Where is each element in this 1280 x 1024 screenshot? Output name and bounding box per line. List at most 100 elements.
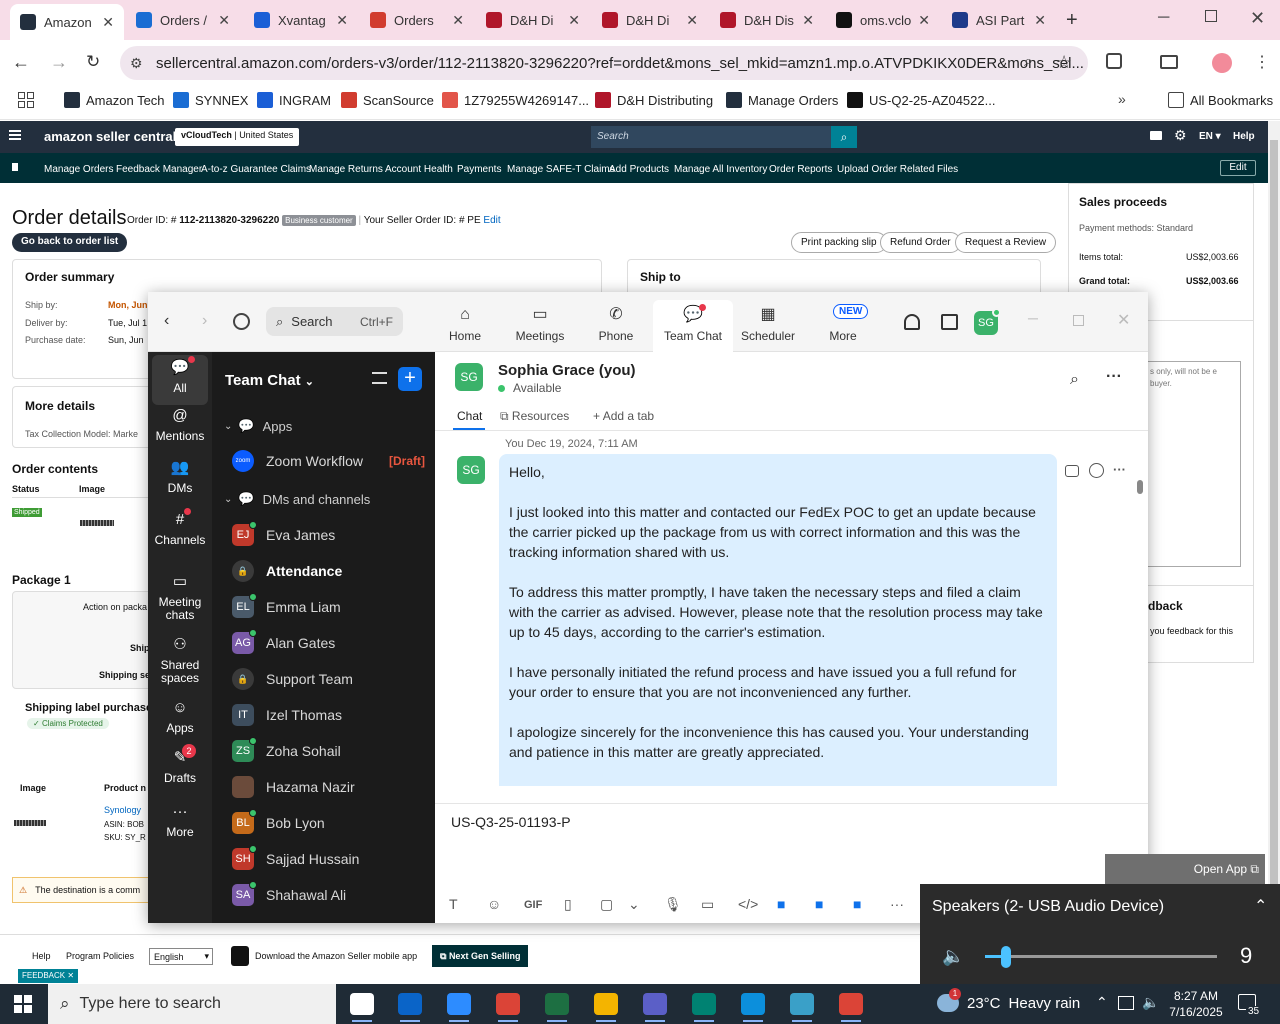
app-icon-2[interactable]: ■ <box>815 896 823 912</box>
weather-widget[interactable]: 1 23°C Heavy rain <box>937 988 1080 1012</box>
app-icon[interactable] <box>790 993 814 1015</box>
rail-apps[interactable]: ☺ Apps <box>148 698 212 735</box>
filter-icon[interactable] <box>372 372 387 384</box>
chat-search-icon[interactable]: ⌕ <box>1070 371 1079 389</box>
bookmark-item[interactable]: D&H Distributing <box>595 92 713 108</box>
zoom-nav-meetings[interactable]: ▭ Meetings <box>500 304 580 348</box>
seller-nav-item[interactable]: Manage Orders <box>44 164 113 175</box>
rail-mentions[interactable]: @ Mentions <box>148 406 212 443</box>
chat-more-icon[interactable]: ··· <box>1106 368 1122 386</box>
site-settings-icon[interactable]: ⚙ <box>130 55 143 72</box>
zoom-nav-phone[interactable]: ✆ Phone <box>576 304 656 348</box>
volume-slider-thumb[interactable] <box>1000 946 1011 968</box>
bookmark-item[interactable]: US-Q2-25-AZ04522... <box>847 92 995 108</box>
browser-tab[interactable]: D&H Di ✕ <box>592 4 708 36</box>
close-tab-icon[interactable]: ✕ <box>452 12 464 29</box>
bookmarks-overflow-icon[interactable]: » <box>1118 91 1126 107</box>
seller-search-input[interactable]: Search <box>591 126 831 148</box>
seller-central-logo[interactable]: amazon seller central <box>44 129 176 144</box>
zoom-nav-team-chat[interactable]: 💬 Team Chat <box>653 300 733 352</box>
rail-meeting[interactable]: ▭ Meeting chats <box>148 572 212 622</box>
request-review-button[interactable]: Request a Review <box>955 232 1057 253</box>
emoji-reaction-icon[interactable] <box>1089 463 1104 478</box>
seller-nav-item[interactable]: Manage Returns <box>309 164 383 175</box>
browser-menu-icon[interactable]: ⋮ <box>1254 52 1270 72</box>
profile-avatar[interactable] <box>1212 53 1232 73</box>
store-selector[interactable]: vCloudTech | United States <box>175 128 300 146</box>
settings-gear-icon[interactable]: ⚙ <box>1174 127 1187 144</box>
zoom-minimize-button[interactable]: ─ <box>1028 310 1038 326</box>
close-tab-icon[interactable]: ✕ <box>802 12 814 29</box>
url-bar[interactable]: sellercentral.amazon.com/orders-v3/order… <box>120 46 1088 80</box>
zoom-nav-scheduler[interactable]: ▦ Scheduler <box>728 304 808 348</box>
dm-list-item[interactable]: SA Shahawal Ali <box>212 877 435 913</box>
seller-nav-item[interactable]: A-to-z Guarantee Claims <box>201 164 311 175</box>
dm-list-item[interactable]: BL Bob Lyon <box>212 805 435 841</box>
bookmark-item[interactable]: SYNNEX <box>173 92 248 108</box>
file-icon[interactable]: ▯ <box>564 896 572 913</box>
help-link[interactable]: Help <box>1233 131 1255 142</box>
chrome-icon[interactable] <box>496 993 520 1015</box>
rail-all[interactable]: 💬 All <box>152 355 208 405</box>
download-app-link[interactable]: Download the Amazon Seller mobile app <box>231 946 417 966</box>
volume-tray-icon[interactable]: 🔈 <box>1142 994 1159 1011</box>
browser-tab[interactable]: Orders / ✕ <box>126 4 240 36</box>
footer-help-link[interactable]: Help <box>32 951 51 961</box>
close-window-button[interactable]: ✕ <box>1250 8 1265 29</box>
seller-nav-item[interactable]: Manage All Inventory <box>674 164 767 175</box>
browser-tab[interactable]: Orders ✕ <box>360 4 474 36</box>
dm-list-item[interactable]: 🔒 Support Team <box>212 661 435 697</box>
zoom-app-icon[interactable] <box>447 993 471 1015</box>
tab-resources[interactable]: ⧉ Resources <box>500 409 569 424</box>
zoom-magnifier-icon[interactable]: ⌕ <box>1024 53 1033 71</box>
rail-more[interactable]: ··· More <box>148 802 212 839</box>
excel-icon[interactable] <box>545 993 569 1015</box>
product-name-link[interactable]: Synology <box>104 805 141 815</box>
tab-chat[interactable]: Chat <box>457 409 482 423</box>
reload-icon[interactable]: ↻ <box>86 52 100 72</box>
seller-nav-item[interactable]: Manage SAFE-T Claims <box>507 164 615 175</box>
all-bookmarks[interactable]: All Bookmarks <box>1168 92 1273 108</box>
seller-search-button[interactable]: ⌕ <box>831 126 857 148</box>
nav-edit-button[interactable]: Edit <box>1220 160 1256 176</box>
browser-tab[interactable]: ASI Part ✕ <box>942 4 1056 36</box>
seller-order-id-edit[interactable]: Edit <box>483 215 500 226</box>
seller-note-textarea[interactable]: s only, will not be e buyer. <box>1147 361 1241 567</box>
expand-device-icon[interactable]: ⌃ <box>1254 896 1267 916</box>
compose-gif-button[interactable]: GIF <box>524 899 542 911</box>
taskbar-search-box[interactable]: ⌕ Type here to search <box>48 984 336 1024</box>
forward-arrow-icon[interactable]: → <box>50 52 68 73</box>
rail-drafts[interactable]: ✎ 2 Drafts <box>148 744 212 785</box>
speaker-icon[interactable]: 🔈 <box>942 946 964 967</box>
history-clock-icon[interactable] <box>233 313 250 330</box>
emoji-icon[interactable]: ☺ <box>487 896 501 912</box>
minimize-window-button[interactable]: ─ <box>1158 9 1169 27</box>
bookmark-item[interactable]: Amazon Tech <box>64 92 165 108</box>
chrome-profile-icon[interactable] <box>839 993 863 1015</box>
refund-order-button[interactable]: Refund Order <box>880 232 961 253</box>
more-tools-icon[interactable]: ··· <box>890 896 904 912</box>
restore-window-button[interactable] <box>1205 10 1217 22</box>
video-message-icon[interactable]: ▭ <box>701 896 714 913</box>
close-tab-icon[interactable]: ✕ <box>1034 12 1046 29</box>
tray-overflow-icon[interactable]: ⌃ <box>1096 994 1108 1011</box>
bookmark-pin-icon[interactable] <box>12 163 18 171</box>
task-view-icon[interactable] <box>350 993 374 1015</box>
teams-icon[interactable] <box>643 993 667 1015</box>
outlook-icon[interactable] <box>398 993 422 1015</box>
cast-icon[interactable] <box>1160 55 1178 69</box>
next-gen-selling-button[interactable]: ⧉ Next Gen Selling <box>432 945 529 967</box>
compose-input[interactable]: US-Q3-25-01193-P <box>451 812 1131 876</box>
back-arrow-icon[interactable]: ← <box>12 52 30 73</box>
bookmark-item[interactable]: 1Z79255W4269147... <box>442 92 589 108</box>
footer-language-select[interactable]: English ▾ <box>149 948 213 965</box>
close-tab-icon[interactable]: ✕ <box>568 12 580 29</box>
seller-nav-item[interactable]: Account Health <box>385 164 453 175</box>
back-to-orders-button[interactable]: Go back to order list <box>12 233 128 252</box>
close-tab-icon[interactable]: ✕ <box>102 14 114 31</box>
new-chat-button[interactable]: + <box>398 367 422 391</box>
user-avatar[interactable]: SG <box>974 308 1001 335</box>
browser-tab[interactable]: D&H Dis ✕ <box>710 4 824 36</box>
browser-tab[interactable]: Xvantag ✕ <box>244 4 358 36</box>
windows-start-icon[interactable] <box>14 995 32 1013</box>
